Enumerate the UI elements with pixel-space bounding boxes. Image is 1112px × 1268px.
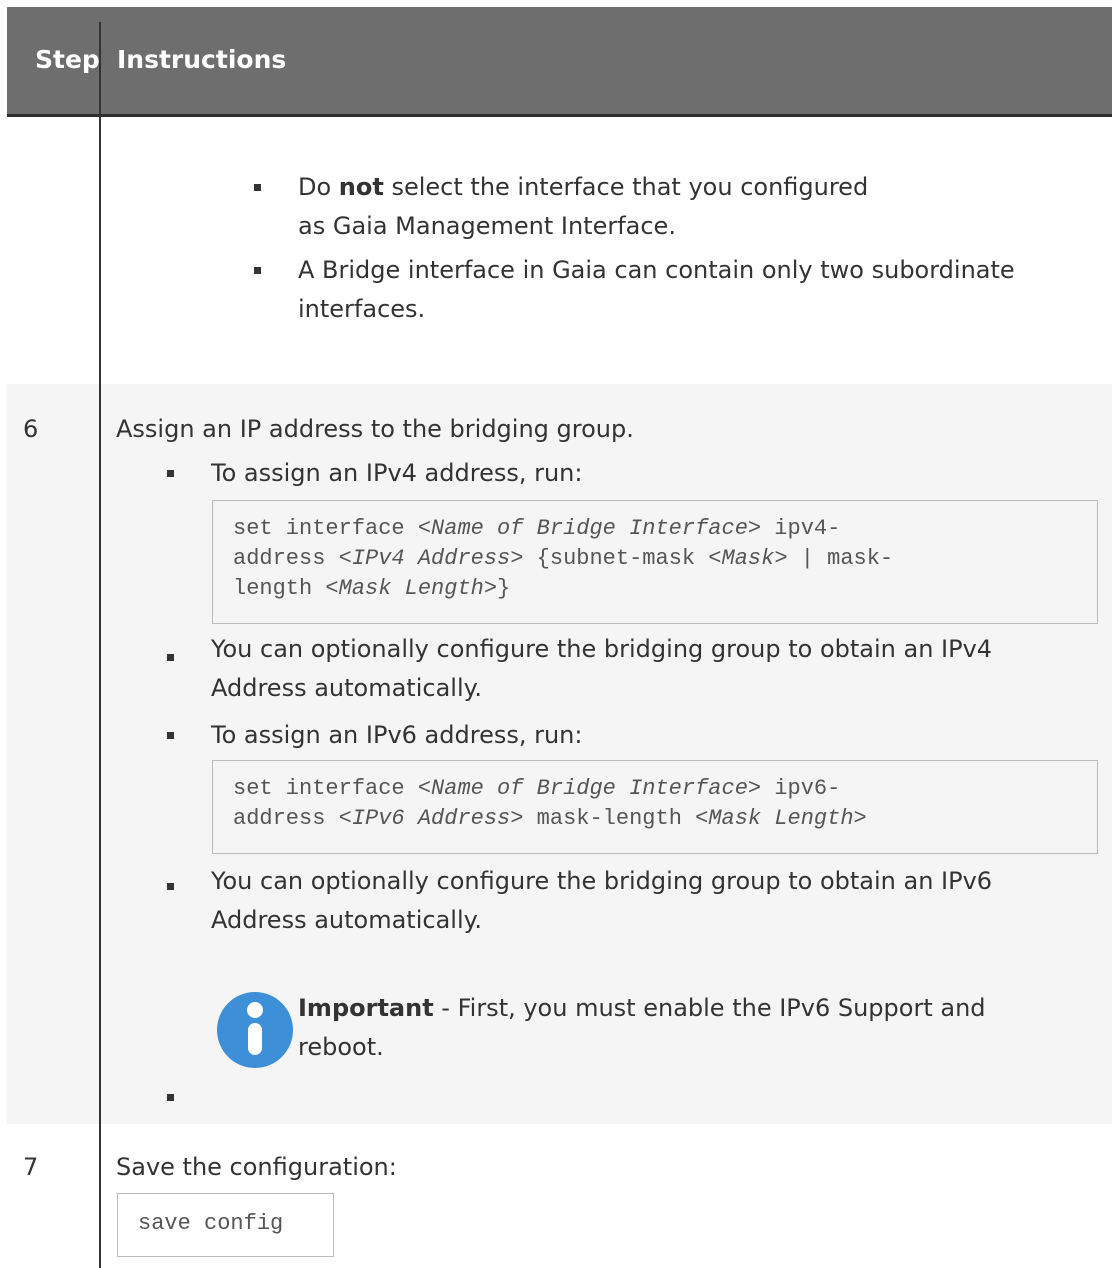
step5-bullet-2: A Bridge interface in Gaia can contain o… — [298, 256, 1015, 284]
save-config-command: save config — [117, 1193, 334, 1257]
bullet — [254, 184, 261, 191]
bullet — [167, 1094, 174, 1101]
ipv4-auto-text: You can optionally configure the bridgin… — [211, 635, 993, 663]
important-note-line2: reboot. — [298, 1033, 384, 1061]
step7-intro: Save the configuration: — [116, 1153, 397, 1181]
step5-bullet-2-line2: interfaces. — [298, 295, 426, 323]
header-step: Step — [35, 45, 100, 74]
bullet — [167, 470, 174, 477]
bullet — [167, 654, 174, 661]
step-number-6: 6 — [23, 415, 39, 443]
table-header: Step Instructions — [7, 7, 1112, 117]
ipv6-command-block: set interface <Name of Bridge Interface>… — [212, 760, 1098, 854]
column-divider — [99, 22, 101, 1268]
bullet — [254, 267, 261, 274]
step5-bullet-1-line2: as Gaia Management Interface. — [298, 212, 676, 240]
ipv6-auto-text-line2: Address automatically. — [211, 906, 483, 934]
bullet — [167, 883, 174, 890]
ipv6-auto-text: You can optionally configure the bridgin… — [211, 867, 993, 895]
step-number-7: 7 — [23, 1153, 39, 1181]
header-instructions: Instructions — [117, 45, 287, 74]
ipv6-label: To assign an IPv6 address, run: — [211, 721, 583, 749]
ipv4-command-block: set interface <Name of Bridge Interface>… — [212, 500, 1098, 624]
info-icon — [217, 992, 293, 1068]
step6-intro: Assign an IP address to the bridging gro… — [116, 415, 634, 443]
bullet — [167, 732, 174, 739]
ipv4-label: To assign an IPv4 address, run: — [211, 459, 583, 487]
step5-bullet-1: Do not select the interface that you con… — [298, 173, 869, 201]
ipv4-auto-text-line2: Address automatically. — [211, 674, 483, 702]
important-note: Important - First, you must enable the I… — [298, 994, 986, 1022]
